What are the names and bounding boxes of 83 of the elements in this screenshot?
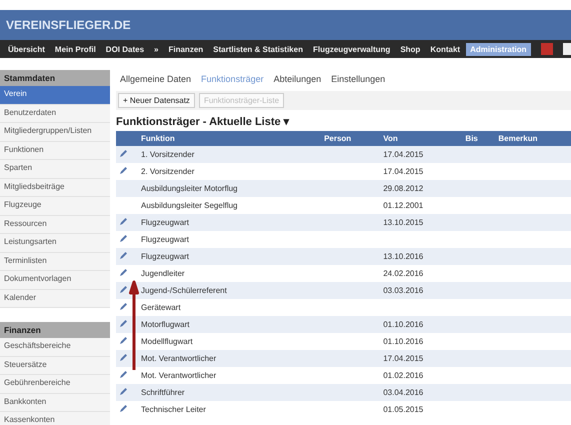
table-cell: 03.03.2016 <box>383 286 424 295</box>
pencil-icon[interactable] <box>119 353 128 362</box>
table-cell: 01.12.2001 <box>383 201 424 210</box>
sidebar-item[interactable]: Flugzeuge <box>0 197 110 216</box>
sidebar-item[interactable]: Mitgliedsbeiträge <box>0 178 110 197</box>
nav-item[interactable]: DOI Dates <box>102 42 148 56</box>
nav-item[interactable]: Finanzen <box>164 42 208 56</box>
pencil-icon[interactable] <box>119 166 128 175</box>
table-cell: 2. Vorsitzender <box>138 163 322 180</box>
pencil-icon[interactable] <box>119 234 128 243</box>
pencil-icon[interactable] <box>119 302 128 311</box>
table-cell: 17.04.2015 <box>383 167 424 176</box>
sidebar-item[interactable]: Bankkonten <box>0 394 110 412</box>
table-cell: Gerätewart <box>138 299 322 316</box>
pencil-icon[interactable] <box>119 149 128 158</box>
sidebar-item[interactable]: Kassenkonten <box>0 412 110 425</box>
sidebar-item[interactable]: Terminlisten <box>0 252 110 271</box>
tab[interactable]: Allgemeine Daten <box>120 74 192 84</box>
table-cell: 1. Vorsitzender <box>138 146 322 163</box>
table-cell: 17.04.2015 <box>383 354 424 363</box>
sidebar-item[interactable]: Funktionen <box>0 142 110 160</box>
nav-item[interactable]: Startlisten & Statistiken <box>209 42 307 56</box>
table-cell: Flugzeugwart <box>138 231 322 248</box>
table-cell: Flugzeugwart <box>138 248 322 265</box>
tab[interactable]: Einstellungen <box>331 74 386 84</box>
sidebar-item[interactable]: Gebührenbereiche <box>0 375 110 394</box>
sidebar-item[interactable]: Leistungsarten <box>0 234 110 252</box>
pencil-icon[interactable] <box>119 319 128 328</box>
table-cell: Jugend-/Schülerreferent <box>138 282 322 299</box>
table-cell: Schriftführer <box>138 384 322 401</box>
pencil-icon[interactable] <box>119 404 128 413</box>
column-header[interactable]: Bemerkun <box>495 131 571 146</box>
table-cell: 03.04.2016 <box>383 388 424 397</box>
pencil-icon[interactable] <box>119 251 128 260</box>
table-cell: Mot. Verantwortlicher <box>138 367 322 384</box>
table-cell: Modellflugwart <box>138 333 322 350</box>
table-cell: Motorflugwart <box>138 316 322 333</box>
sidebar-item[interactable]: Kalender <box>0 290 110 308</box>
table-cell: Jugendleiter <box>138 265 322 282</box>
pencil-icon[interactable] <box>119 336 128 345</box>
pencil-icon[interactable] <box>119 387 128 396</box>
nav-item[interactable]: Kontakt <box>426 42 464 56</box>
pencil-icon[interactable] <box>119 285 128 294</box>
table-cell: 01.10.2016 <box>383 320 424 329</box>
table-cell: 13.10.2015 <box>383 218 424 227</box>
sidebar-item[interactable]: Dokumentvorlagen <box>0 271 110 290</box>
nav-item[interactable]: Mein Profil <box>50 42 100 56</box>
pencil-icon[interactable] <box>119 268 128 277</box>
sidebar-item[interactable]: Benutzerdaten <box>0 104 110 123</box>
sidebar-item[interactable]: Sparten <box>0 160 110 178</box>
sidebar-header: Stammdaten <box>0 70 110 86</box>
column-header[interactable]: Von <box>380 131 462 146</box>
table-cell: Technischer Leiter <box>138 401 322 418</box>
table-cell: 01.10.2016 <box>383 337 424 346</box>
table-cell: 24.02.2016 <box>383 269 424 278</box>
table-cell: 13.10.2016 <box>383 252 424 261</box>
sidebar-header: Finanzen <box>0 322 110 338</box>
tab[interactable]: Abteilungen <box>274 74 322 84</box>
table-cell: Ausbildungsleiter Motorflug <box>138 180 322 197</box>
table-cell: 01.02.2016 <box>383 371 424 380</box>
sidebar-item[interactable]: Geschäftsbereiche <box>0 338 110 356</box>
toolbar-button[interactable]: + Neuer Datensatz <box>118 93 195 108</box>
nav-item[interactable]: Flugzeugverwaltung <box>308 42 394 56</box>
sidebar-item[interactable]: Mitgliedergruppen/Listen <box>0 123 110 142</box>
sidebar-item[interactable]: Ressourcen <box>0 216 110 234</box>
table-cell: 29.08.2012 <box>383 184 424 193</box>
pencil-icon[interactable] <box>119 217 128 226</box>
table-cell: 01.05.2015 <box>383 405 424 414</box>
column-header[interactable]: Person <box>321 131 380 146</box>
nav-item[interactable]: Übersicht <box>4 42 49 56</box>
column-header[interactable]: Funktion <box>138 131 322 146</box>
column-header[interactable]: Bis <box>462 131 496 146</box>
table-cell: Ausbildungsleiter Segelflug <box>138 197 322 214</box>
list-title[interactable]: Funktionsträger - Aktuelle Liste ▾ <box>116 115 571 128</box>
table-cell: 17.04.2015 <box>383 150 424 159</box>
table-cell: Flugzeugwart <box>138 214 322 231</box>
sidebar-item[interactable]: Verein <box>0 86 110 104</box>
sidebar-item[interactable]: Steuersätze <box>0 356 110 375</box>
table-cell: Mot. Verantwortlicher <box>138 350 322 367</box>
nav-item[interactable]: Shop <box>396 42 424 56</box>
pencil-icon[interactable] <box>119 370 128 379</box>
nav-item[interactable]: » <box>150 42 162 56</box>
site-logo[interactable]: VEREINSFLIEGER.DE <box>6 18 131 32</box>
